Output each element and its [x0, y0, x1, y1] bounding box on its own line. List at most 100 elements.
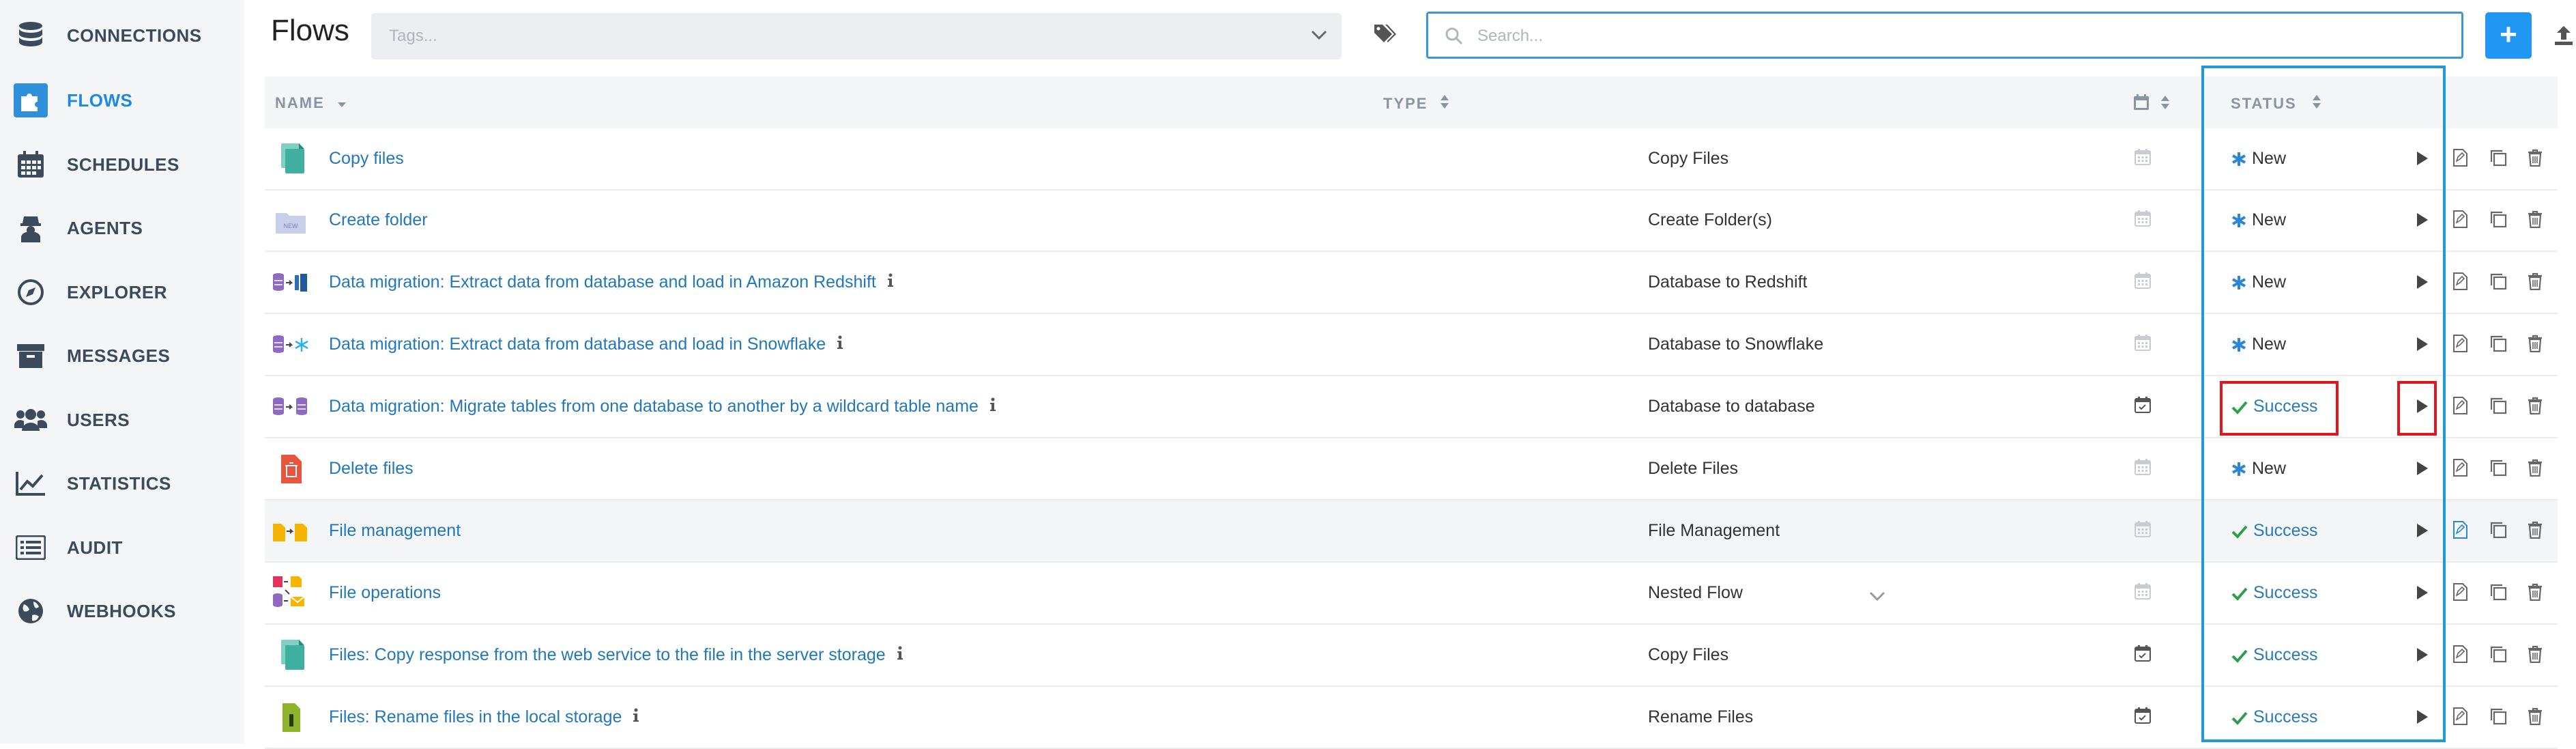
calendar-icon[interactable]	[2134, 149, 2151, 169]
sidebar-item-users[interactable]: USERS	[0, 393, 244, 447]
edit-flow-icon[interactable]	[2452, 335, 2468, 356]
trash-icon[interactable]	[2528, 583, 2543, 604]
flow-name-link[interactable]: Data migration: Extract data from databa…	[329, 272, 894, 293]
run-flow-button[interactable]	[2416, 274, 2429, 294]
run-flow-button[interactable]	[2416, 398, 2429, 418]
trash-icon[interactable]	[2528, 335, 2543, 356]
duplicate-icon[interactable]	[2489, 521, 2507, 542]
calendar-check-icon[interactable]	[2134, 707, 2151, 727]
calendar-icon[interactable]	[2134, 272, 2151, 292]
duplicate-icon[interactable]	[2489, 645, 2507, 666]
flow-name-link[interactable]: Delete files	[329, 459, 414, 479]
duplicate-icon[interactable]	[2489, 583, 2507, 604]
table-row[interactable]: Delete files Delete Files New	[265, 438, 2558, 500]
table-row[interactable]: NEW Create folder Create Folder(s) New	[265, 190, 2558, 252]
upload-icon[interactable]	[2553, 25, 2574, 50]
run-flow-button[interactable]	[2416, 460, 2429, 480]
flow-name-link[interactable]: Data migration: Extract data from databa…	[329, 335, 843, 355]
edit-flow-icon[interactable]	[2452, 707, 2468, 729]
flow-name-link[interactable]: Create folder	[329, 210, 428, 230]
duplicate-icon[interactable]	[2489, 272, 2507, 294]
column-header-status[interactable]: STATUS	[2231, 94, 2321, 113]
run-flow-button[interactable]	[2416, 522, 2429, 542]
add-flow-button[interactable]: +	[2485, 12, 2532, 59]
flow-name-link[interactable]: Files: Rename files in the local storage	[329, 707, 639, 728]
run-flow-button[interactable]	[2416, 647, 2429, 666]
sidebar-item-statistics[interactable]: STATISTICS	[0, 456, 244, 511]
flow-name[interactable]: Data migration: Extract data from databa…	[329, 272, 876, 292]
trash-icon[interactable]	[2528, 210, 2543, 231]
tags-icon[interactable]	[1373, 23, 1396, 47]
run-flow-button[interactable]	[2416, 709, 2429, 729]
edit-flow-icon[interactable]	[2452, 149, 2468, 170]
flow-name[interactable]: Delete files	[329, 459, 414, 478]
info-icon[interactable]	[897, 646, 903, 665]
calendar-icon[interactable]	[2134, 210, 2151, 230]
flow-name[interactable]: File management	[329, 521, 461, 540]
calendar-icon[interactable]	[2134, 583, 2151, 603]
column-header-name[interactable]: NAME	[275, 94, 347, 112]
tags-select[interactable]: Tags...	[371, 13, 1342, 59]
trash-icon[interactable]	[2528, 645, 2543, 666]
sidebar-item-explorer[interactable]: EXPLORER	[0, 265, 244, 320]
edit-flow-icon[interactable]	[2452, 397, 2468, 418]
trash-icon[interactable]	[2528, 707, 2543, 729]
flow-name[interactable]: Data migration: Extract data from databa…	[329, 335, 826, 354]
flow-name[interactable]: Create folder	[329, 210, 428, 229]
flow-name[interactable]: Files: Copy response from the web servic…	[329, 645, 886, 664]
calendar-check-icon[interactable]	[2134, 645, 2151, 665]
search-input[interactable]	[1476, 22, 2434, 51]
column-header-type[interactable]: TYPE	[1383, 94, 1449, 113]
info-icon[interactable]	[633, 708, 639, 727]
flow-name-link[interactable]: File management	[329, 521, 461, 541]
flow-name-link[interactable]: File operations	[329, 583, 441, 603]
table-row[interactable]: Copy files Copy Files New	[265, 128, 2558, 190]
flow-name[interactable]: File operations	[329, 583, 441, 602]
sidebar-item-audit[interactable]: AUDIT	[0, 520, 244, 575]
edit-flow-icon[interactable]	[2452, 583, 2468, 604]
chevron-down-icon[interactable]	[1310, 28, 1328, 45]
duplicate-icon[interactable]	[2489, 335, 2507, 356]
calendar-check-icon[interactable]	[2134, 397, 2151, 416]
flow-name-link[interactable]: Copy files	[329, 149, 404, 169]
table-row[interactable]: Data migration: Extract data from databa…	[265, 314, 2558, 376]
trash-icon[interactable]	[2528, 272, 2543, 294]
sidebar-item-agents[interactable]: AGENTS	[0, 201, 244, 255]
edit-flow-icon[interactable]	[2452, 645, 2468, 666]
chevron-down-icon[interactable]	[1868, 590, 1886, 606]
duplicate-icon[interactable]	[2489, 459, 2507, 480]
flow-name-link[interactable]: Data migration: Migrate tables from one …	[329, 397, 996, 417]
run-flow-button[interactable]	[2416, 584, 2429, 604]
run-flow-button[interactable]	[2416, 336, 2429, 356]
flow-name[interactable]: Copy files	[329, 149, 404, 168]
table-row[interactable]: File management File Management Success	[265, 500, 2558, 563]
run-flow-button[interactable]	[2416, 150, 2429, 170]
table-row[interactable]: Files: Rename files in the local storage…	[265, 687, 2558, 749]
flow-name-link[interactable]: Files: Copy response from the web servic…	[329, 645, 903, 666]
duplicate-icon[interactable]	[2489, 210, 2507, 231]
info-icon[interactable]	[887, 273, 894, 292]
sidebar-item-messages[interactable]: MESSAGES	[0, 328, 244, 383]
info-icon[interactable]	[989, 397, 996, 416]
edit-flow-icon[interactable]	[2452, 210, 2468, 231]
run-flow-button[interactable]	[2416, 212, 2429, 231]
table-row[interactable]: File operations Nested Flow Success	[265, 563, 2558, 625]
calendar-icon[interactable]	[2134, 521, 2151, 541]
duplicate-icon[interactable]	[2489, 707, 2507, 729]
sidebar-item-webhooks[interactable]: WEBHOOKS	[0, 584, 244, 638]
sidebar-item-flows[interactable]: FLOWS	[0, 73, 244, 128]
calendar-icon[interactable]	[2134, 335, 2151, 354]
sidebar-item-schedules[interactable]: SCHEDULES	[0, 137, 244, 192]
flow-name[interactable]: Data migration: Migrate tables from one …	[329, 397, 979, 416]
duplicate-icon[interactable]	[2489, 149, 2507, 170]
calendar-icon[interactable]	[2134, 459, 2151, 479]
trash-icon[interactable]	[2528, 397, 2543, 418]
column-header-schedule[interactable]	[2133, 94, 2170, 115]
info-icon[interactable]	[837, 335, 843, 354]
search-box[interactable]	[1426, 12, 2463, 59]
trash-icon[interactable]	[2528, 459, 2543, 480]
table-row[interactable]: Data migration: Migrate tables from one …	[265, 376, 2558, 438]
table-row[interactable]: Data migration: Extract data from databa…	[265, 252, 2558, 314]
edit-flow-icon[interactable]	[2452, 459, 2468, 480]
table-row[interactable]: Files: Copy response from the web servic…	[265, 625, 2558, 687]
